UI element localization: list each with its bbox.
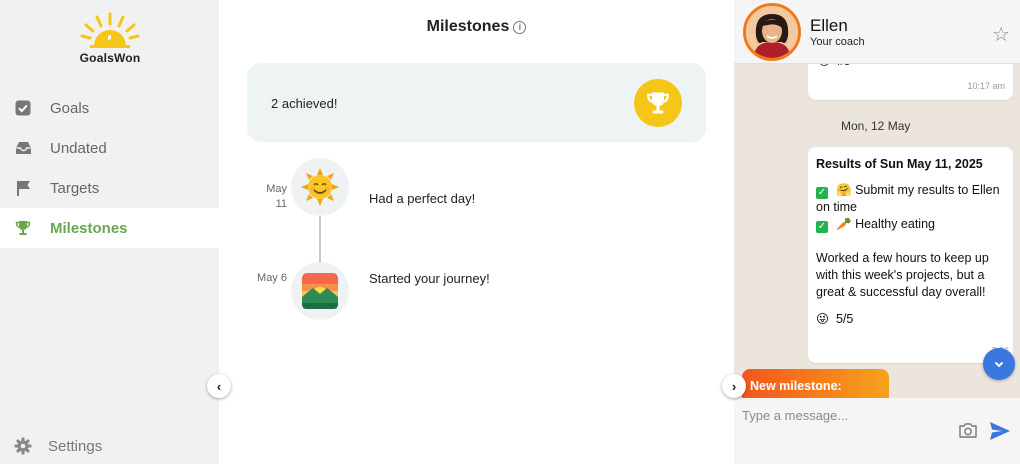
milestone-text: Had a perfect day! <box>369 191 476 206</box>
milestone-item: May 6 Started your journey! <box>219 262 734 320</box>
collapse-chat-button[interactable]: › <box>722 374 746 398</box>
chevron-down-icon <box>994 361 1004 367</box>
app-logo[interactable]: GoalsWon <box>70 10 150 65</box>
day-score: 😜 5/5 <box>816 312 854 326</box>
sunrise-icon <box>291 262 349 320</box>
coach-name: Ellen <box>810 16 848 35</box>
result-note: Worked a few hours to keep up with this … <box>816 251 989 299</box>
coach-chat-panel: 😜 4/5 10:17 am Mon, 12 May Results of Su… <box>722 0 1020 464</box>
avatar[interactable] <box>743 3 801 61</box>
collapse-sidebar-button[interactable]: ‹ <box>207 374 231 398</box>
goal-result-row: ✓ 🤗 Submit my results to Ellen on time <box>816 183 1000 214</box>
milestone-date: May 11 <box>266 183 287 210</box>
message-composer <box>734 398 1020 464</box>
camera-icon[interactable] <box>958 422 978 444</box>
winking-face-emoji-icon: 😜 <box>816 312 830 326</box>
flag-icon <box>14 179 32 197</box>
star-icon[interactable]: ☆ <box>992 22 1010 47</box>
sidebar-item-label: Targets <box>50 179 100 197</box>
gear-icon <box>14 437 32 455</box>
sidebar-item-milestones[interactable]: Milestones <box>0 208 219 248</box>
goal-result-row: ✓ 🥕 Healthy eating <box>816 217 935 233</box>
coach-photo <box>746 6 798 58</box>
sidebar-item-targets[interactable]: Targets <box>0 168 219 208</box>
checked-icon: ✓ <box>816 187 828 199</box>
message-time: 10:17 am <box>967 81 1005 91</box>
milestone-text: Started your journey! <box>369 271 490 286</box>
milestones-panel: Milestones i 2 achieved! May 11 Had a pe… <box>207 0 734 464</box>
inbox-icon <box>14 139 32 157</box>
trophy-icon <box>14 219 32 237</box>
page-title: Milestones <box>426 18 510 35</box>
results-title: Results of Sun May 11, 2025 <box>816 157 983 171</box>
message-input[interactable] <box>742 406 952 424</box>
settings-link[interactable]: Settings <box>14 437 102 455</box>
sidebar-item-undated[interactable]: Undated <box>0 128 219 168</box>
carrot-emoji-icon: 🥕 <box>836 217 852 231</box>
sun-logo-icon <box>80 12 140 48</box>
sidebar-item-label: Goals <box>50 99 90 117</box>
hugging-emoji-icon: 🤗 <box>836 183 852 197</box>
achieved-count: 2 achieved! <box>271 96 338 111</box>
sidebar: GoalsWon Goals Undated Targets Milestone… <box>0 0 219 464</box>
trophy-icon <box>647 92 669 114</box>
new-milestone-banner: New milestone: <box>742 369 889 399</box>
checkbox-icon <box>14 99 32 117</box>
timeline-connector <box>319 212 321 264</box>
milestone-item: May 11 Had a perfect day! <box>219 158 734 216</box>
send-icon[interactable] <box>989 421 1011 446</box>
sidebar-item-label: Milestones <box>50 219 128 237</box>
smiling-sun-icon <box>291 158 349 216</box>
settings-label: Settings <box>48 437 103 455</box>
checked-icon: ✓ <box>816 221 828 233</box>
achievement-summary-card: 2 achieved! <box>247 63 706 142</box>
chat-message: Results of Sun May 11, 2025 ✓ 🤗 Submit my… <box>808 147 1013 363</box>
page-title-row: Milestones i <box>219 18 734 36</box>
app-name: GoalsWon <box>79 51 141 65</box>
date-separator: Mon, 12 May <box>841 119 911 133</box>
milestone-date: May 6 <box>257 272 287 284</box>
trophy-badge <box>634 79 682 127</box>
sidebar-nav: Goals Undated Targets Milestones <box>0 88 219 248</box>
scroll-to-bottom-button[interactable] <box>983 348 1015 380</box>
info-icon[interactable]: i <box>513 21 527 34</box>
sidebar-item-label: Undated <box>50 139 107 157</box>
sidebar-item-goals[interactable]: Goals <box>0 88 219 128</box>
chat-header: Ellen Your coach ☆ <box>734 0 1020 64</box>
coach-role: Your coach <box>810 36 865 48</box>
